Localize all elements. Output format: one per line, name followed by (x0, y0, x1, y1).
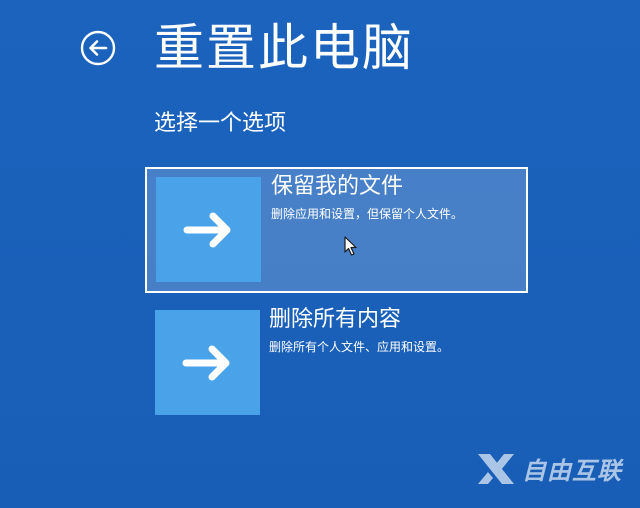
arrow-right-icon (183, 212, 230, 247)
watermark: 自由互联 (476, 451, 622, 486)
option-tile (156, 177, 261, 282)
page-subtitle: 选择一个选项 (154, 111, 287, 136)
option-keep-my-files[interactable]: 保留我的文件 删除应用和设置，但保留个人文件。 (145, 167, 528, 293)
back-button[interactable] (80, 30, 116, 66)
x-logo-icon (478, 453, 514, 484)
option-description: 删除所有个人文件、应用和设置。 (269, 340, 450, 354)
back-arrow-circle-icon (80, 30, 116, 66)
arrow-right-icon (182, 345, 229, 380)
option-title: 删除所有内容 (269, 307, 402, 332)
option-remove-everything[interactable]: 删除所有内容 删除所有个人文件、应用和设置。 (145, 302, 528, 428)
mouse-cursor-icon (344, 236, 357, 256)
option-title: 保留我的文件 (271, 174, 404, 199)
page-title: 重置此电脑 (154, 19, 414, 77)
option-tile (155, 310, 260, 415)
option-description: 删除应用和设置，但保留个人文件。 (271, 207, 464, 221)
watermark-text: 自由互联 (522, 457, 622, 485)
